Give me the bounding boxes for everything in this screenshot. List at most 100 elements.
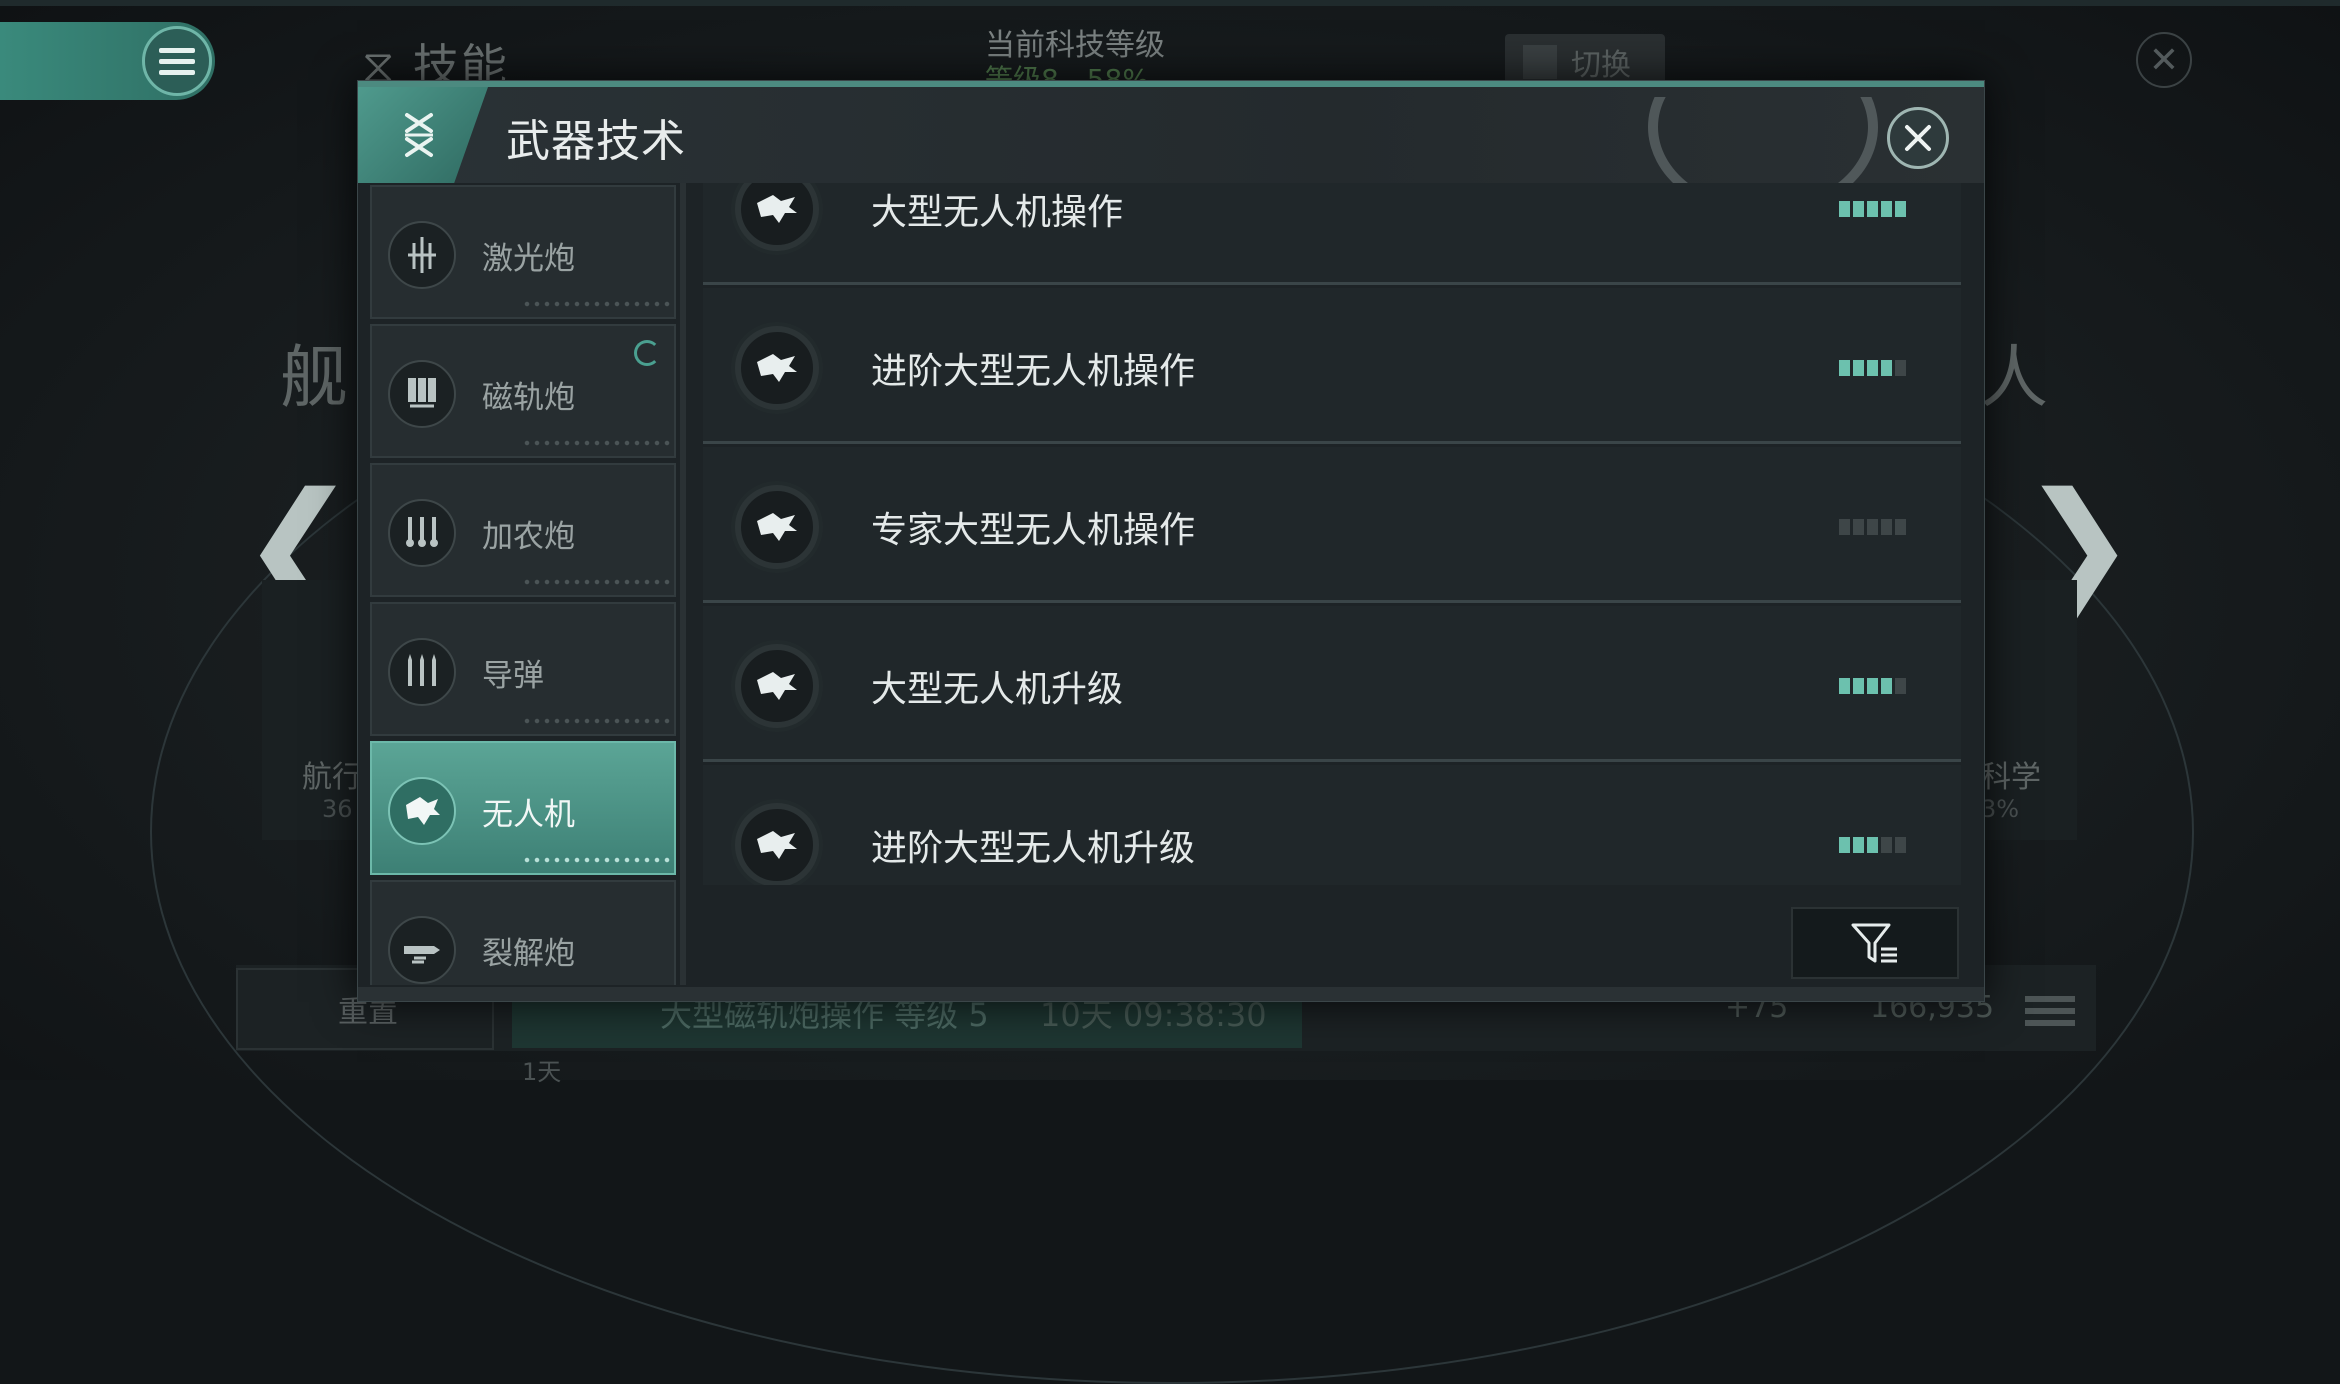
- list-item[interactable]: 进阶大型无人机升级: [703, 765, 1961, 885]
- hamburger-icon: [159, 45, 195, 78]
- close-button[interactable]: [1887, 107, 1949, 169]
- level-pip: [1881, 201, 1892, 217]
- skill-name: 专家大型无人机操作: [871, 510, 1196, 551]
- row-divider: [703, 441, 1961, 444]
- level-pip: [1881, 519, 1892, 535]
- level-pip: [1853, 360, 1864, 376]
- railgun-icon: [388, 360, 456, 428]
- progress-dots: [522, 577, 672, 589]
- right-category-label: 人: [1980, 339, 2049, 418]
- header-tab: [358, 87, 488, 183]
- level-pip: [1867, 519, 1878, 535]
- level-pip: [1895, 201, 1906, 217]
- dna-icon: [405, 113, 433, 157]
- left-skill-card: 航行 36: [262, 580, 367, 840]
- drone-skill-icon: [735, 644, 819, 728]
- list-item[interactable]: 专家大型无人机操作: [703, 447, 1961, 603]
- skill-level-pips: [1839, 201, 1906, 217]
- skill-level-pips: [1839, 837, 1906, 853]
- list-item[interactable]: 大型无人机升级: [703, 606, 1961, 762]
- sidebar-item-missile[interactable]: 导弹: [370, 602, 676, 736]
- weapon-tech-modal: 武器技术 激光炮 磁轨炮 加农炮 导弹 无人机 裂解炮 大型无人机操作 进阶大型…: [357, 80, 1985, 1002]
- skill-level-pips: [1839, 678, 1906, 694]
- level-pip: [1895, 837, 1906, 853]
- right-skill-card: 科学 3%: [1975, 580, 2077, 840]
- skill-level-pips: [1839, 360, 1906, 376]
- sidebar-item-label: 磁轨炮: [482, 380, 575, 416]
- modal-bottom-edge: [358, 987, 1984, 1001]
- progress-dots: [522, 855, 672, 867]
- main-menu-button[interactable]: [142, 26, 212, 96]
- drone-skill-icon: [735, 326, 819, 410]
- level-pip: [1867, 837, 1878, 853]
- list-item[interactable]: 进阶大型无人机操作: [703, 288, 1961, 444]
- level-pip: [1853, 837, 1864, 853]
- level-pip: [1853, 519, 1864, 535]
- level-pip: [1853, 678, 1864, 694]
- level-pip: [1867, 201, 1878, 217]
- level-pip: [1839, 837, 1850, 853]
- sidebar-item-disintegrator[interactable]: 裂解炮: [370, 880, 676, 985]
- left-card-title: 航行: [302, 760, 362, 795]
- row-divider: [703, 759, 1961, 762]
- sidebar-item-cannon[interactable]: 加农炮: [370, 463, 676, 597]
- level-pip: [1895, 360, 1906, 376]
- drone-skill-icon: [735, 803, 819, 885]
- drone-icon: [388, 777, 456, 845]
- loading-spinner-icon: [634, 340, 660, 366]
- row-divider: [703, 600, 1961, 603]
- left-card-percent: 36: [322, 795, 353, 823]
- level-pip: [1881, 678, 1892, 694]
- left-category-label: 舰: [280, 339, 349, 418]
- background-close-button[interactable]: ✕: [2136, 32, 2192, 88]
- row-divider: [703, 282, 1961, 285]
- sidebar-item-label: 导弹: [482, 658, 544, 694]
- level-pip: [1839, 201, 1850, 217]
- planet-decoration: [1608, 97, 1888, 187]
- sidebar-item-label: 激光炮: [482, 241, 575, 277]
- sidebar-item-drone[interactable]: 无人机: [370, 741, 676, 875]
- level-pip: [1867, 360, 1878, 376]
- level-pip: [1853, 201, 1864, 217]
- filter-icon: [1851, 923, 1897, 963]
- sidebar-item-label: 无人机: [482, 797, 575, 833]
- laser-cannon-icon: [388, 221, 456, 289]
- skill-name: 进阶大型无人机升级: [871, 828, 1196, 869]
- sidebar-item-label: 加农炮: [482, 519, 575, 555]
- progress-dots: [522, 716, 672, 728]
- level-pip: [1839, 360, 1850, 376]
- level-pip: [1881, 837, 1892, 853]
- skill-list[interactable]: 大型无人机操作 进阶大型无人机操作 专家大型无人机操作 大型无人机升级 进阶大型…: [703, 183, 1961, 885]
- filter-button[interactable]: [1791, 907, 1959, 979]
- switch-icon: [1523, 45, 1557, 79]
- right-card-title: 科学: [1981, 760, 2041, 795]
- right-card-percent: 3%: [1981, 795, 2020, 823]
- progress-dots: [522, 438, 672, 450]
- list-item[interactable]: 大型无人机操作: [703, 183, 1961, 285]
- level-pip: [1839, 519, 1850, 535]
- skill-level-pips: [1839, 519, 1906, 535]
- level-pip: [1867, 678, 1878, 694]
- weapon-category-sidebar: 激光炮 磁轨炮 加农炮 导弹 无人机 裂解炮: [370, 183, 680, 985]
- disintegrator-icon: [388, 916, 456, 984]
- top-bar: [0, 0, 2340, 6]
- drone-skill-icon: [735, 183, 819, 251]
- level-pip: [1895, 519, 1906, 535]
- sidebar-item-railgun[interactable]: 磁轨炮: [370, 324, 676, 458]
- missile-icon: [388, 638, 456, 706]
- level-pip: [1895, 678, 1906, 694]
- switch-label: 切换: [1571, 48, 1631, 83]
- sidebar-item-laser[interactable]: 激光炮: [370, 185, 676, 319]
- skill-name: 大型无人机操作: [871, 192, 1124, 233]
- sidebar-divider: [680, 183, 686, 985]
- progress-dots: [522, 299, 672, 311]
- skill-name: 进阶大型无人机操作: [871, 351, 1196, 392]
- cannon-icon: [388, 499, 456, 567]
- skill-name: 大型无人机升级: [871, 669, 1124, 710]
- level-pip: [1839, 678, 1850, 694]
- queue-day: 1天: [522, 1058, 562, 1086]
- list-icon[interactable]: [2025, 990, 2075, 1030]
- modal-title: 武器技术: [506, 116, 686, 167]
- level-pip: [1881, 360, 1892, 376]
- sidebar-item-label: 裂解炮: [482, 936, 575, 972]
